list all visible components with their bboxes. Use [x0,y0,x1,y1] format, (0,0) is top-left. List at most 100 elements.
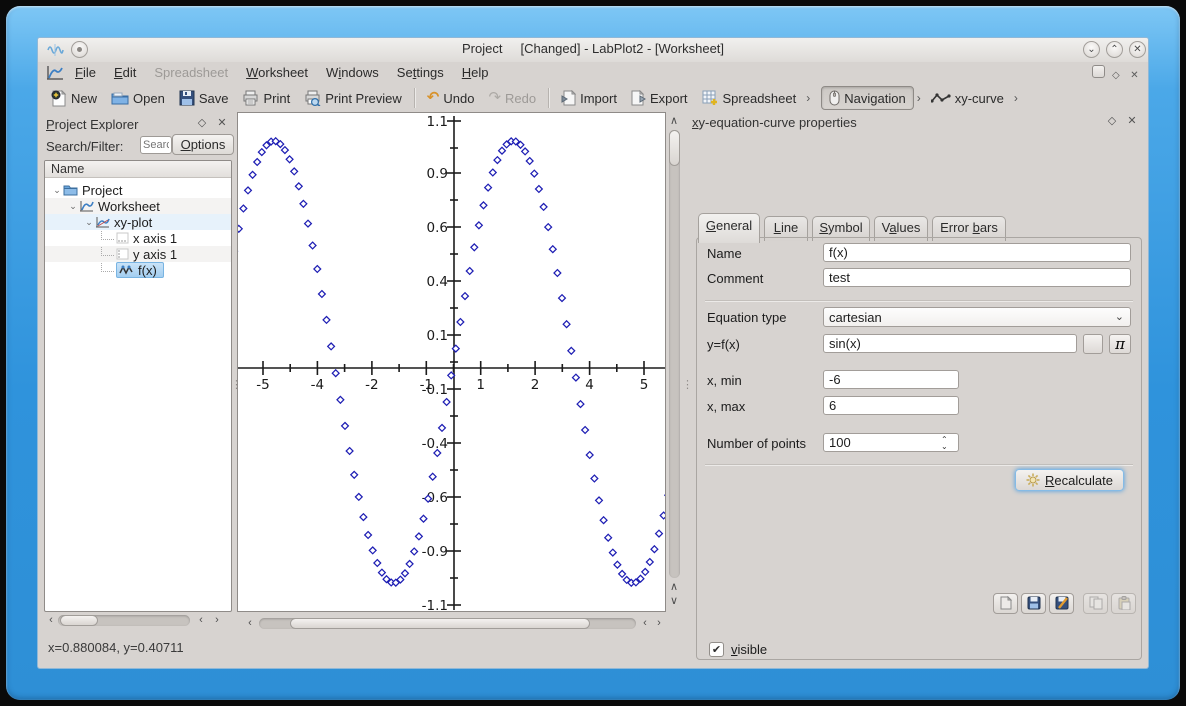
fx-field[interactable] [823,334,1077,353]
worksheet-vscrollbar[interactable] [669,130,680,578]
menu-spreadsheet[interactable]: Spreadsheet [145,62,237,83]
tree-item-y-axis[interactable]: y axis 1 [45,246,231,262]
menu-settings[interactable]: Settings [388,62,453,83]
mdi-close-button[interactable]: ✕ [1127,68,1142,83]
tree-connector [101,263,114,272]
npoints-spinbox[interactable] [823,433,959,452]
statusbar-coordinates: x=0.880084, y=0.40711 [48,640,184,655]
navigation-button[interactable]: Navigation [821,86,913,110]
minimize-button[interactable]: ⌄ [1083,41,1100,58]
scroll-left-icon[interactable]: ‹ [638,616,652,630]
dock-close-button[interactable]: ✕ [1124,114,1140,127]
dock-close-button[interactable]: ✕ [214,116,230,129]
tree-item-fx[interactable]: f(x) [45,262,231,278]
toolbar-extension-chevron-icon[interactable]: › [914,91,924,105]
spreadsheet-button[interactable]: Spreadsheet [695,87,804,110]
scroll-right-icon[interactable]: › [210,613,224,627]
tree-item-project[interactable]: ⌄ Project [45,182,231,198]
options-button[interactable]: Options [172,134,234,155]
svg-text:-0.1: -0.1 [422,382,448,398]
undo-button[interactable]: ↶ Undo [420,88,482,109]
svg-text:0.4: 0.4 [427,274,448,290]
xy-plot-icon [95,216,110,229]
printer-icon [242,90,259,106]
expander-icon[interactable]: ⌄ [83,217,95,228]
menu-windows[interactable]: Windows [317,62,388,83]
project-tree[interactable]: Name ⌄ Project ⌄ Worksheet ⌄ xy-plot x a… [44,160,232,612]
import-label: Import [580,91,617,106]
toolbar-extension-chevron-icon[interactable]: › [803,91,813,105]
close-button[interactable]: ✕ [1129,41,1146,58]
dock-float-button[interactable]: ◇ [194,116,210,129]
spreadsheet-label: Spreadsheet [723,91,797,106]
tree-item-xy-plot[interactable]: ⌄ xy-plot [45,214,231,230]
xy-plot-canvas[interactable]: -5-4-2-112451.10.90.60.40.1-0.1-0.4-0.6-… [238,113,665,611]
spinbox-arrows[interactable]: ⌃ ⌄ [941,436,948,450]
mdi-window-controls: ◇ ✕ [1092,65,1142,83]
scroll-left-icon[interactable]: ‹ [243,616,257,630]
recalculate-button[interactable]: Recalculate [1015,469,1124,491]
comment-field[interactable] [823,268,1131,287]
svg-text:-1.1: -1.1 [422,598,448,611]
menu-file[interactable]: File [66,62,105,83]
name-field[interactable] [823,243,1131,262]
menu-edit[interactable]: Edit [105,62,145,83]
navigation-label: Navigation [844,91,905,106]
chevron-down-icon: ⌄ [1115,310,1124,323]
mdi-float-button[interactable]: ◇ [1108,68,1123,83]
worksheet-vscrollbar-thumb[interactable] [669,130,680,166]
xy-curve-button[interactable]: xy-curve [924,88,1011,109]
svg-text:4: 4 [585,377,594,393]
save-button[interactable]: Save [172,87,236,109]
tree-item-x-axis[interactable]: x axis 1 [45,230,231,246]
print-preview-button[interactable]: Print Preview [297,87,409,109]
dock-float-button[interactable]: ◇ [1104,114,1120,127]
properties-header[interactable]: xy-equation-curve properties ◇ ✕ [692,114,1142,132]
open-button[interactable]: Open [104,87,172,109]
plot-axes[interactable] [238,116,665,610]
toolbar-extension-chevron-icon[interactable]: › [1011,91,1021,105]
menu-help[interactable]: Help [453,62,498,83]
pe-hscrollbar[interactable] [58,615,190,626]
titlebar[interactable]: Project [Changed] - LabPlot2 - [Workshee… [38,38,1148,62]
equation-type-select[interactable]: cartesian ⌄ [823,307,1131,327]
search-filter-row: Search/Filter: Options [46,136,234,158]
menu-worksheet[interactable]: Worksheet [237,62,317,83]
new-button[interactable]: New [44,87,104,110]
search-input[interactable] [140,136,172,154]
scroll-left-icon[interactable]: ‹ [194,613,208,627]
scroll-down-icon[interactable]: ∨ [667,594,681,608]
scroll-left-icon[interactable]: ‹ [44,613,58,627]
mdi-restore-button[interactable] [1092,65,1105,78]
tree-column-header[interactable]: Name [45,161,231,178]
toolbar-separator [414,88,415,108]
expression-button[interactable] [1083,334,1103,354]
worksheet-hscrollbar-thumb[interactable] [290,618,590,629]
redo-button[interactable]: ↷ Redo [481,88,543,109]
visible-checkbox[interactable]: ✔ [709,642,724,657]
scroll-up-icon[interactable]: ∧ [667,580,681,594]
scroll-right-icon[interactable]: › [652,616,666,630]
labplot-window: Project [Changed] - LabPlot2 - [Workshee… [38,38,1148,668]
tree-item-worksheet[interactable]: ⌄ Worksheet [45,198,231,214]
expander-icon[interactable]: ⌄ [67,201,79,212]
worksheet-hscrollbar[interactable] [259,618,636,629]
undo-icon: ↶ [427,91,440,105]
pe-hscrollbar-thumb[interactable] [60,615,98,626]
export-button[interactable]: Export [624,87,695,109]
svg-text:1.1: 1.1 [427,114,448,130]
expander-icon[interactable]: ⌄ [51,185,63,196]
maximize-button[interactable]: ⌃ [1106,41,1123,58]
pi-button[interactable]: π [1109,334,1131,354]
tab-general[interactable]: General [698,213,760,243]
svg-text:-0.9: -0.9 [422,544,448,560]
scroll-up-icon[interactable]: ∧ [667,114,681,128]
import-button[interactable]: Import [554,87,624,109]
xmax-field[interactable] [823,396,959,415]
xmin-field[interactable] [823,370,959,389]
project-explorer-header[interactable]: Project Explorer ◇ ✕ [46,116,230,134]
worksheet-view[interactable]: -5-4-2-112451.10.90.60.40.1-0.1-0.4-0.6-… [237,112,666,612]
print-button[interactable]: Print [235,87,297,109]
spin-down-icon[interactable]: ⌄ [941,442,948,451]
x-tick-labels: -5-4-2-11245 [256,377,648,393]
